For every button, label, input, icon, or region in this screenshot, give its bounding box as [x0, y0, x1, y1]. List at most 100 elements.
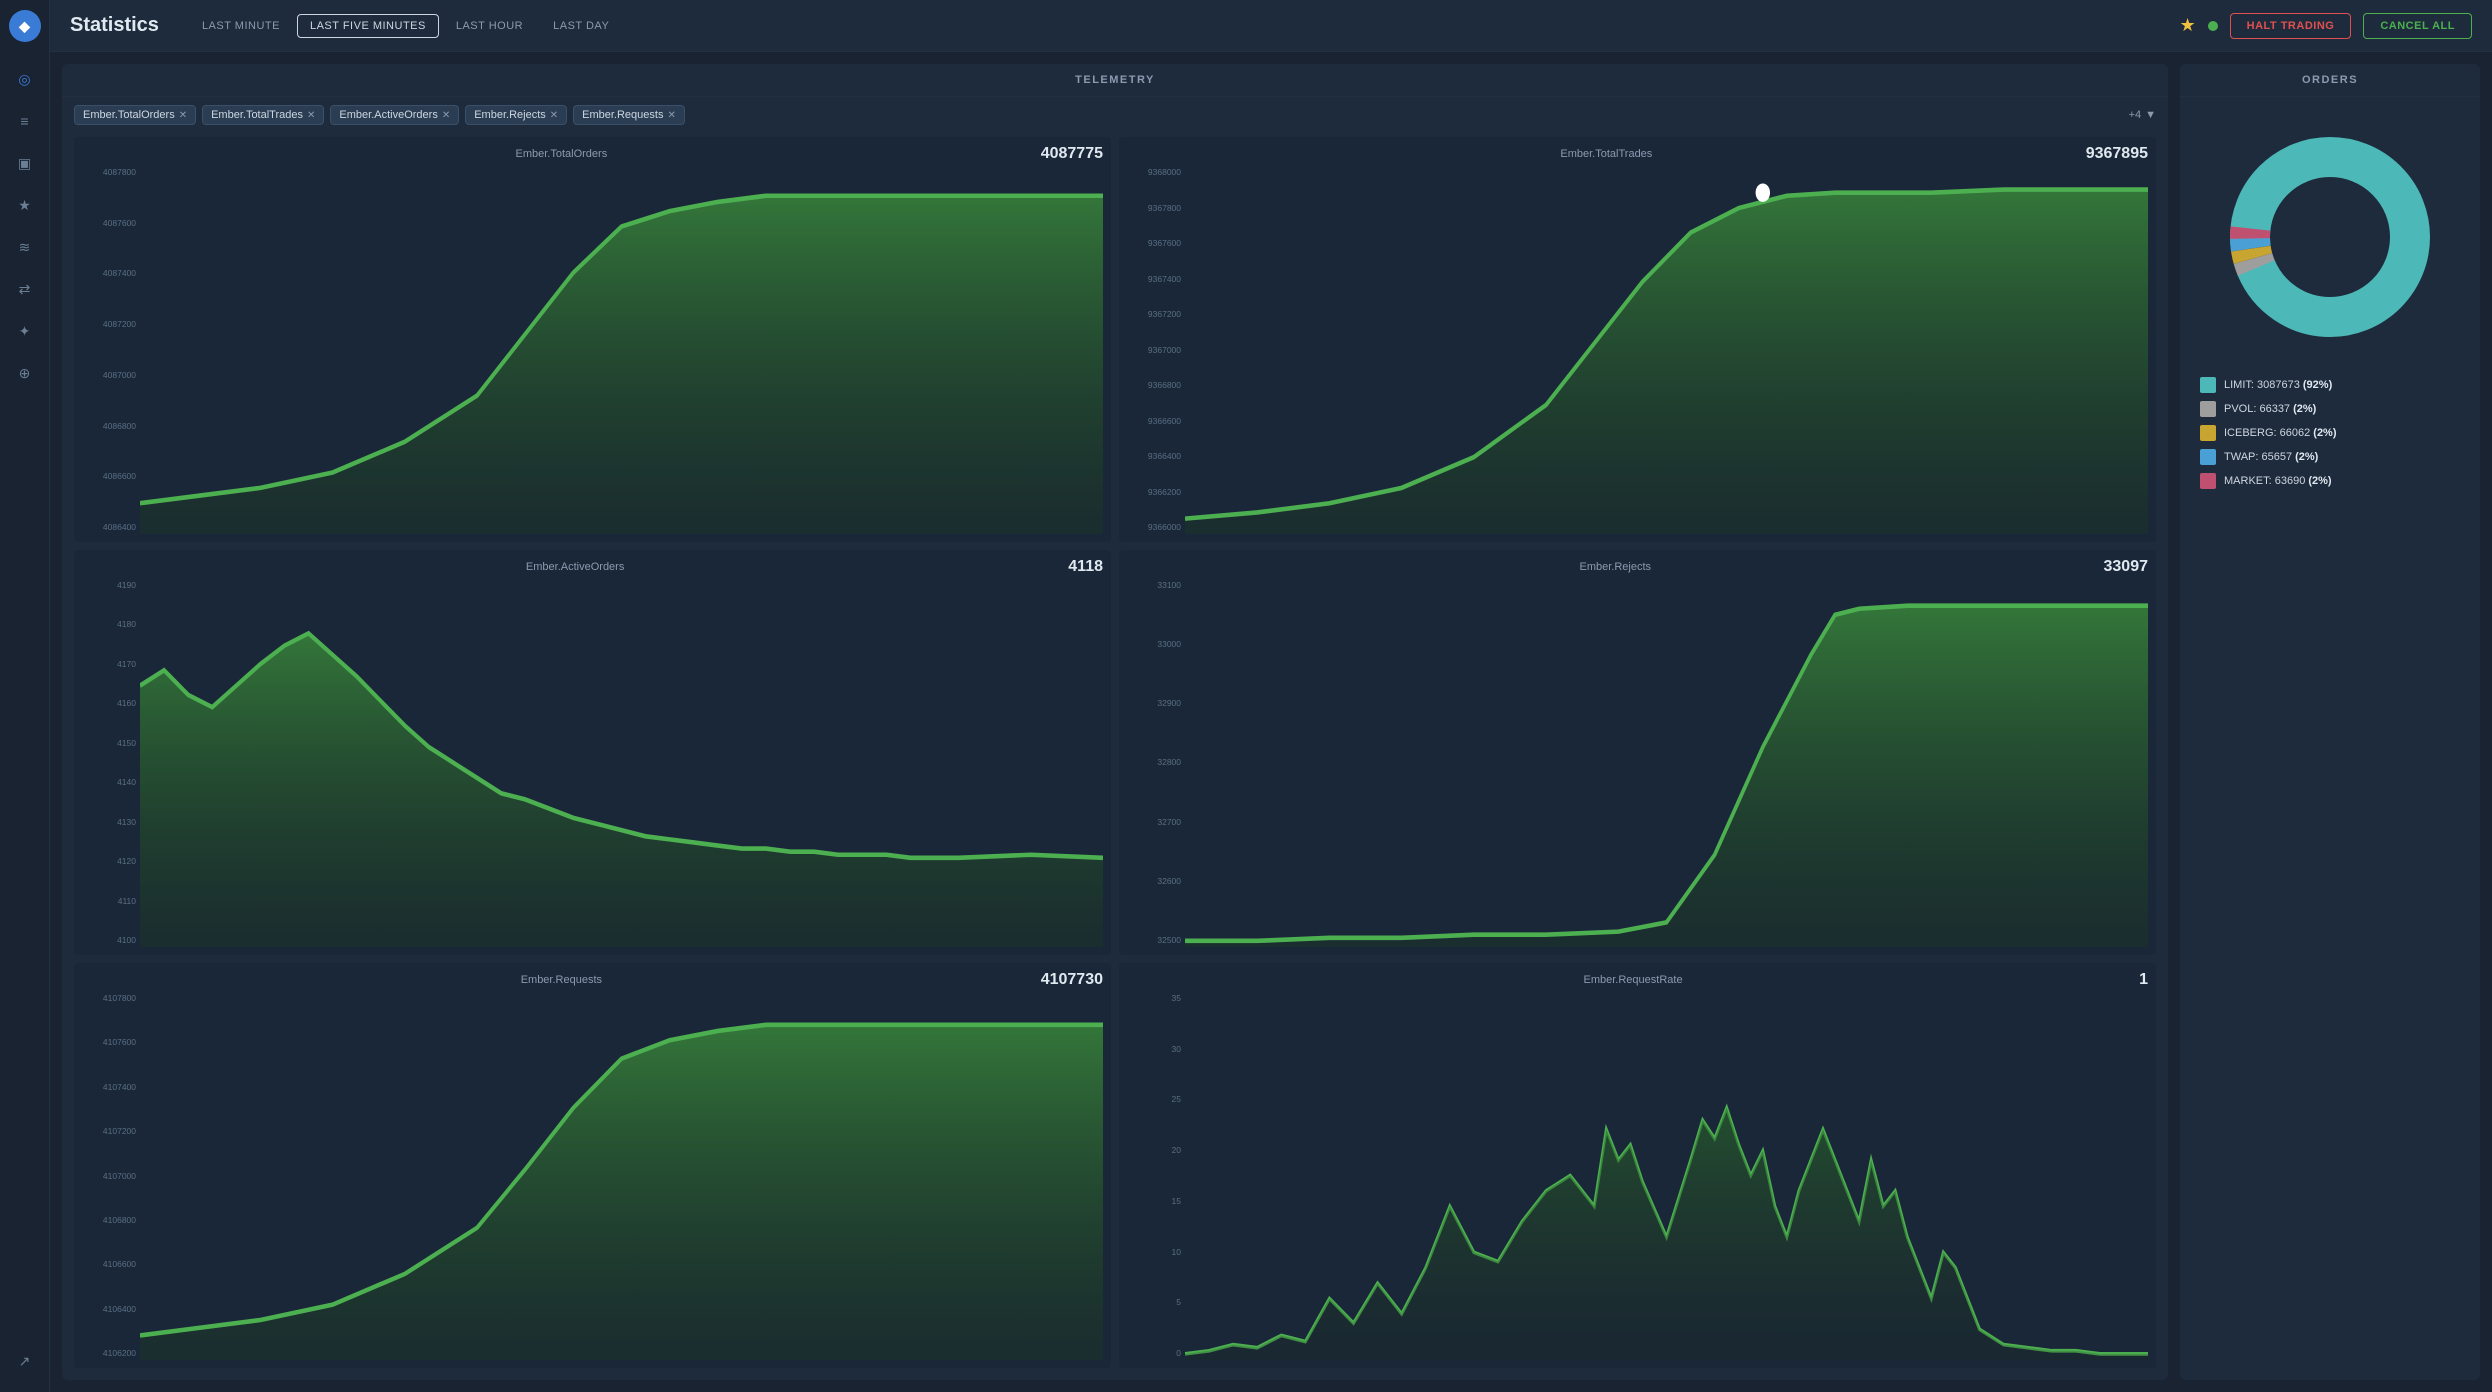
chevron-down-icon: ▼	[2145, 109, 2156, 121]
tag-close-icon[interactable]: ✕	[179, 110, 187, 121]
chart-request-rate: Ember.RequestRate 1 35 30 25 20 15 10 5 …	[1119, 963, 2156, 1368]
chart-header: Ember.TotalTrades 9367895	[1127, 145, 2148, 163]
sidebar-icon-transfer[interactable]: ⇄	[7, 271, 43, 307]
sidebar-icon-list[interactable]: ≡	[7, 103, 43, 139]
chart-title: Ember.TotalOrders	[82, 148, 1041, 160]
legend-label-market: MARKET: 63690 (2%)	[2224, 475, 2332, 487]
legend-color-iceberg	[2200, 425, 2216, 441]
chart-title: Ember.TotalTrades	[1127, 148, 2086, 160]
chart-total-trades: Ember.TotalTrades 9367895 9368000 936780…	[1119, 137, 2156, 542]
chart-area: 4087800 4087600 4087400 4087200 4087000 …	[82, 165, 1103, 534]
legend-color-twap	[2200, 449, 2216, 465]
legend: LIMIT: 3087673 (92%) PVOL: 66337 (2%) IC…	[2180, 367, 2480, 499]
chart-value: 9367895	[2086, 145, 2148, 163]
chart-value: 1	[2139, 971, 2148, 989]
filter-last-minute[interactable]: LAST MINUTE	[189, 14, 293, 38]
cancel-all-button[interactable]: CANCEL ALL	[2363, 13, 2472, 39]
chart-active-orders: Ember.ActiveOrders 4118 4190 4180 4170 4…	[74, 550, 1111, 955]
legend-color-pvol	[2200, 401, 2216, 417]
app-logo[interactable]: ◆	[9, 10, 41, 42]
legend-label-twap: TWAP: 65657 (2%)	[2224, 451, 2318, 463]
tag-label: Ember.Rejects	[474, 109, 546, 121]
legend-item-pvol: PVOL: 66337 (2%)	[2200, 401, 2460, 417]
sidebar-icon-grid[interactable]: ▣	[7, 145, 43, 181]
tag-label: Ember.ActiveOrders	[339, 109, 437, 121]
sidebar-icon-exit[interactable]: ↗	[7, 1343, 43, 1379]
legend-label-iceberg: ICEBERG: 66062 (2%)	[2224, 427, 2337, 439]
chart-rejects: Ember.Rejects 33097 33100 33000 32900 32…	[1119, 550, 2156, 955]
tag-total-trades[interactable]: Ember.TotalTrades ✕	[202, 105, 324, 125]
chart-title: Ember.Requests	[82, 974, 1041, 986]
orders-title: ORDERS	[2180, 64, 2480, 97]
legend-item-limit: LIMIT: 3087673 (92%)	[2200, 377, 2460, 393]
legend-label-pvol: PVOL: 66337 (2%)	[2224, 403, 2316, 415]
donut-container	[2180, 97, 2480, 367]
chart-header: Ember.Rejects 33097	[1127, 558, 2148, 576]
chart-value: 33097	[2104, 558, 2149, 576]
y-axis: 9368000 9367800 9367600 9367400 9367200 …	[1127, 165, 1185, 534]
tag-label: Ember.Requests	[582, 109, 663, 121]
chart-header: Ember.ActiveOrders 4118	[82, 558, 1103, 576]
sidebar-icon-star[interactable]: ★	[7, 187, 43, 223]
donut-chart	[2210, 117, 2450, 357]
chart-header: Ember.Requests 4107730	[82, 971, 1103, 989]
chart-title: Ember.ActiveOrders	[82, 561, 1068, 573]
tag-close-icon[interactable]: ✕	[442, 110, 450, 121]
tag-close-icon[interactable]: ✕	[307, 110, 315, 121]
filter-last-hour[interactable]: LAST HOUR	[443, 14, 536, 38]
telemetry-title: TELEMETRY	[62, 64, 2168, 97]
chart-value: 4118	[1068, 558, 1103, 576]
chart-area: 4190 4180 4170 4160 4150 4140 4130 4120 …	[82, 578, 1103, 947]
y-axis: 33100 33000 32900 32800 32700 32600 3250…	[1127, 578, 1185, 947]
legend-label-limit: LIMIT: 3087673 (92%)	[2224, 379, 2332, 391]
chart-svg	[140, 165, 1103, 534]
header-right: ★ HALT TRADING CANCEL ALL	[2180, 13, 2473, 39]
header: Statistics LAST MINUTE LAST FIVE MINUTES…	[50, 0, 2492, 52]
filter-last-five-minutes[interactable]: LAST FIVE MINUTES	[297, 14, 439, 38]
sidebar-icon-chart[interactable]: ◎	[7, 61, 43, 97]
charts-grid: Ember.TotalOrders 4087775 4087800 408760…	[62, 133, 2168, 1380]
chart-title: Ember.RequestRate	[1127, 974, 2139, 986]
legend-item-iceberg: ICEBERG: 66062 (2%)	[2200, 425, 2460, 441]
tag-requests[interactable]: Ember.Requests ✕	[573, 105, 685, 125]
filter-last-day[interactable]: LAST DAY	[540, 14, 622, 38]
chart-svg	[140, 991, 1103, 1360]
chart-value: 4087775	[1041, 145, 1103, 163]
chart-area: 33100 33000 32900 32800 32700 32600 3250…	[1127, 578, 2148, 947]
chart-svg	[1185, 991, 2148, 1360]
star-icon: ★	[2180, 15, 2196, 36]
legend-color-limit	[2200, 377, 2216, 393]
y-axis: 4107800 4107600 4107400 4107200 4107000 …	[82, 991, 140, 1360]
tags-more-button[interactable]: +4 ▼	[2129, 109, 2156, 121]
chart-header: Ember.TotalOrders 4087775	[82, 145, 1103, 163]
tag-close-icon[interactable]: ✕	[667, 110, 675, 121]
sidebar-icon-data[interactable]: ≋	[7, 229, 43, 265]
page-title: Statistics	[70, 14, 159, 37]
chart-svg	[1185, 578, 2148, 947]
tag-total-orders[interactable]: Ember.TotalOrders ✕	[74, 105, 196, 125]
sidebar-icon-tools[interactable]: ✦	[7, 313, 43, 349]
y-axis: 4087800 4087600 4087400 4087200 4087000 …	[82, 165, 140, 534]
y-axis: 35 30 25 20 15 10 5 0	[1127, 991, 1185, 1360]
tags-bar: Ember.TotalOrders ✕ Ember.TotalTrades ✕ …	[62, 97, 2168, 133]
tag-active-orders[interactable]: Ember.ActiveOrders ✕	[330, 105, 459, 125]
tag-label: Ember.TotalTrades	[211, 109, 303, 121]
legend-item-market: MARKET: 63690 (2%)	[2200, 473, 2460, 489]
sidebar: ◆ ◎ ≡ ▣ ★ ≋ ⇄ ✦ ⊕ ↗	[0, 0, 50, 1392]
tag-rejects[interactable]: Ember.Rejects ✕	[465, 105, 567, 125]
telemetry-panel: TELEMETRY Ember.TotalOrders ✕ Ember.Tota…	[62, 64, 2168, 1380]
tag-close-icon[interactable]: ✕	[550, 110, 558, 121]
chart-header: Ember.RequestRate 1	[1127, 971, 2148, 989]
tag-label: Ember.TotalOrders	[83, 109, 175, 121]
legend-item-twap: TWAP: 65657 (2%)	[2200, 449, 2460, 465]
chart-area: 35 30 25 20 15 10 5 0	[1127, 991, 2148, 1360]
chart-svg	[1185, 165, 2148, 534]
chart-area: 4107800 4107600 4107400 4107200 4107000 …	[82, 991, 1103, 1360]
body-content: TELEMETRY Ember.TotalOrders ✕ Ember.Tota…	[50, 52, 2492, 1392]
chart-title: Ember.Rejects	[1127, 561, 2104, 573]
time-filter: LAST MINUTE LAST FIVE MINUTES LAST HOUR …	[189, 14, 622, 38]
status-dot	[2208, 21, 2218, 31]
halt-trading-button[interactable]: HALT TRADING	[2230, 13, 2352, 39]
y-axis: 4190 4180 4170 4160 4150 4140 4130 4120 …	[82, 578, 140, 947]
sidebar-icon-add[interactable]: ⊕	[7, 355, 43, 391]
